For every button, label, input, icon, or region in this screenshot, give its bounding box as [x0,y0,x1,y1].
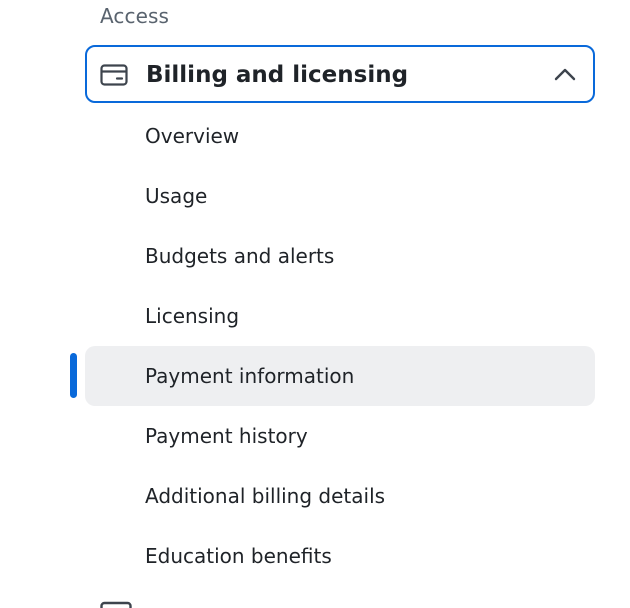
nav-item-overview[interactable]: Overview [85,106,595,166]
nav-item-label: Budgets and alerts [145,244,335,268]
credit-card-icon [100,64,128,86]
nav-item-payment-information[interactable]: Payment information [70,346,595,406]
mail-icon[interactable] [100,600,132,608]
nav-item-label: Licensing [145,304,240,328]
active-item-indicator [70,353,77,398]
nav-item-label: Payment information [145,364,355,388]
nav-item-label: Payment history [145,424,308,448]
nav-item-additional-billing-details[interactable]: Additional billing details [85,466,595,526]
nav-item-label: Overview [145,124,240,148]
nav-item-label: Additional billing details [145,484,386,508]
billing-subnav: Overview Usage Budgets and alerts Licens… [70,106,595,586]
nav-item-label: Usage [145,184,208,208]
section-heading-access: Access [100,4,170,28]
nav-item-licensing[interactable]: Licensing [85,286,595,346]
billing-and-licensing-group-toggle[interactable]: Billing and licensing [85,45,595,103]
nav-item-label: Education benefits [145,544,332,568]
nav-item-payment-history[interactable]: Payment history [85,406,595,466]
nav-item-education-benefits[interactable]: Education benefits [85,526,595,586]
chevron-up-icon [554,68,576,81]
nav-item-budgets-and-alerts[interactable]: Budgets and alerts [85,226,595,286]
group-title: Billing and licensing [146,62,409,88]
nav-item-usage[interactable]: Usage [85,166,595,226]
